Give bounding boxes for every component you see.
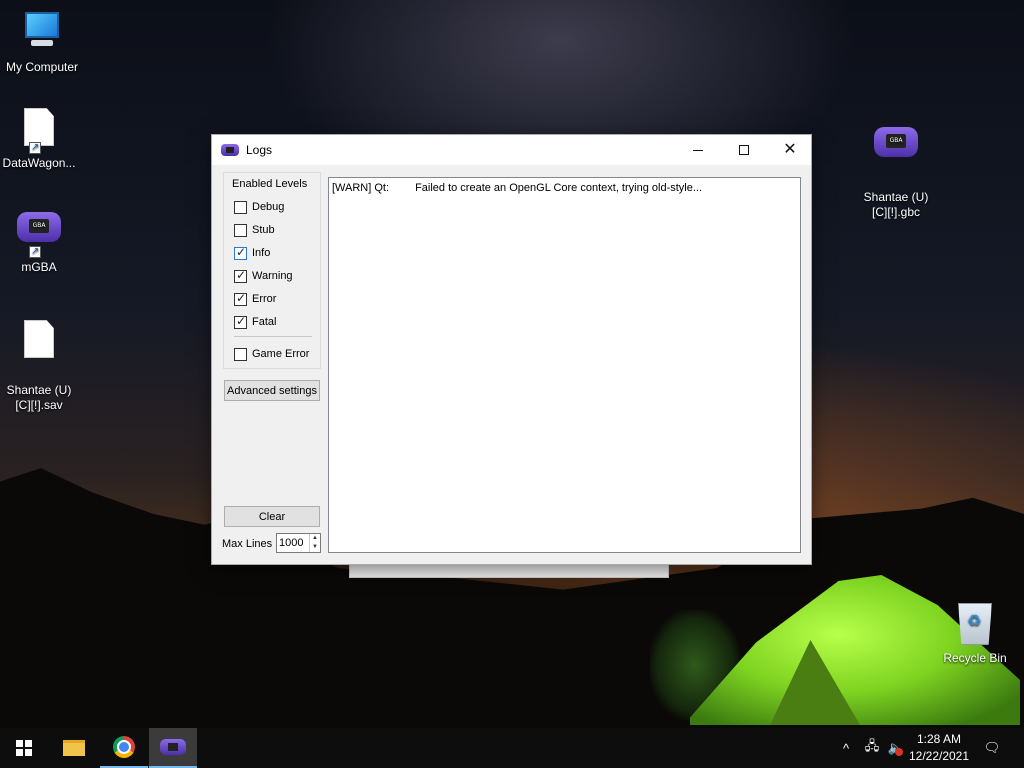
desktop-icon-mgba[interactable]: GBA mGBA — [0, 206, 81, 275]
window-title: Logs — [246, 143, 273, 157]
checkbox-debug[interactable]: Debug — [234, 199, 284, 215]
taskbar-mgba[interactable] — [149, 728, 197, 768]
spin-up-icon[interactable]: ▲ — [310, 534, 320, 543]
file-icon — [17, 320, 61, 364]
minimize-icon — [693, 149, 703, 151]
checkbox-label: Info — [252, 247, 271, 259]
start-button[interactable] — [0, 728, 48, 768]
desktop-icon-label: My Computer — [5, 60, 79, 74]
checkbox-info[interactable]: Info — [234, 245, 270, 261]
desktop-icon-my-computer[interactable]: My Computer — [0, 8, 84, 75]
desktop-icon-label: Shantae (U) [C][!].gbc — [863, 190, 929, 219]
desktop-icon-datawagon[interactable]: DataWagon... — [0, 108, 81, 171]
close-icon: ✕ — [783, 141, 797, 158]
log-message: Failed to create an OpenGL Core context,… — [415, 182, 703, 194]
taskbar-chrome[interactable] — [100, 728, 148, 768]
chrome-icon — [113, 736, 135, 758]
clock-date: 12/22/2021 — [908, 749, 970, 763]
taskbar: ^ 🖧 🔈 1:28 AM 12/22/2021 🗨 — [0, 728, 1024, 768]
max-lines-label: Max Lines — [222, 538, 273, 550]
close-button[interactable]: ✕ — [767, 135, 813, 165]
desktop-icon-shantae-sav[interactable]: Shantae (U) [C][!].sav — [0, 305, 81, 428]
recycle-bin-icon — [953, 603, 997, 647]
maximize-icon — [739, 145, 749, 155]
checkbox-error[interactable]: Error — [234, 291, 276, 307]
clock-time: 1:28 AM — [916, 732, 962, 746]
enabled-levels-group: Enabled Levels Debug Stub Info Warning E… — [223, 172, 321, 369]
checkbox-label: Warning — [252, 270, 293, 282]
logs-window: Logs ✕ Enabled Levels Debug Stub Info Wa… — [211, 134, 812, 565]
desktop-icon-label: DataWagon... — [2, 156, 76, 170]
checkbox-box[interactable] — [234, 200, 247, 214]
log-level: [WARN] Qt: — [332, 182, 390, 194]
show-hidden-icons-button[interactable]: ^ — [836, 728, 856, 768]
checkbox-fatal[interactable]: Fatal — [234, 314, 276, 330]
desktop-icon-label: Shantae (U) [C][!].sav — [6, 383, 72, 412]
mgba-icon: GBA — [17, 212, 61, 259]
log-view[interactable]: [WARN] Qt: Failed to create an OpenGL Co… — [328, 177, 801, 553]
checkbox-label: Debug — [252, 201, 285, 213]
checkbox-box[interactable] — [234, 347, 247, 361]
checkbox-box[interactable] — [234, 268, 247, 283]
taskbar-file-explorer[interactable] — [50, 728, 98, 768]
mgba-icon — [160, 739, 186, 755]
spin-down-icon[interactable]: ▼ — [310, 543, 320, 552]
network-icon: 🖧 — [864, 738, 880, 753]
advanced-settings-button[interactable]: Advanced settings — [224, 380, 320, 401]
max-lines-spinbox[interactable]: 1000 ▲ ▼ — [276, 533, 321, 553]
desktop-icon-label: Recycle Bin — [943, 651, 1007, 665]
spin-arrows[interactable]: ▲ ▼ — [309, 534, 320, 552]
desktop-icon-label: mGBA — [21, 260, 57, 274]
checkbox-box[interactable] — [234, 223, 247, 237]
checkbox-label: Fatal — [252, 316, 277, 328]
checkbox-box[interactable] — [234, 314, 247, 329]
file-explorer-icon — [63, 740, 85, 756]
checkbox-stub[interactable]: Stub — [234, 222, 275, 238]
checkbox-label: Error — [252, 293, 277, 305]
checkbox-game-error[interactable]: Game Error — [234, 346, 309, 362]
checkbox-label: Game Error — [252, 348, 310, 360]
network-button[interactable]: 🖧 — [860, 728, 884, 768]
checkbox-box[interactable] — [234, 291, 247, 306]
separator — [234, 336, 312, 337]
max-lines-value: 1000 — [279, 537, 304, 549]
checkbox-box[interactable] — [234, 245, 247, 260]
minimize-button[interactable] — [675, 135, 721, 165]
chevron-up-icon: ^ — [842, 740, 850, 756]
group-title: Enabled Levels — [232, 178, 308, 190]
computer-icon — [20, 12, 64, 56]
desktop-icon-recycle-bin[interactable]: Recycle Bin — [933, 603, 1017, 666]
windows-icon — [16, 740, 32, 756]
mgba-icon — [221, 144, 239, 156]
file-shortcut-icon — [17, 108, 61, 155]
notification-icon: 🗨 — [983, 740, 1001, 755]
desktop-icon-shantae-gbc[interactable]: GBA Shantae (U) [C][!].gbc — [854, 106, 938, 235]
log-entry: [WARN] Qt: Failed to create an OpenGL Co… — [332, 182, 702, 194]
maximize-button[interactable] — [721, 135, 767, 165]
title-bar[interactable]: Logs ✕ — [212, 135, 811, 165]
checkbox-label: Stub — [252, 224, 275, 236]
mute-badge — [895, 748, 903, 756]
gba-rom-icon: GBA — [874, 127, 918, 171]
clear-button[interactable]: Clear — [224, 506, 320, 527]
action-center-button[interactable]: 🗨 — [978, 728, 1006, 768]
checkbox-warning[interactable]: Warning — [234, 268, 293, 284]
clock[interactable]: 1:28 AM 12/22/2021 — [906, 731, 972, 765]
